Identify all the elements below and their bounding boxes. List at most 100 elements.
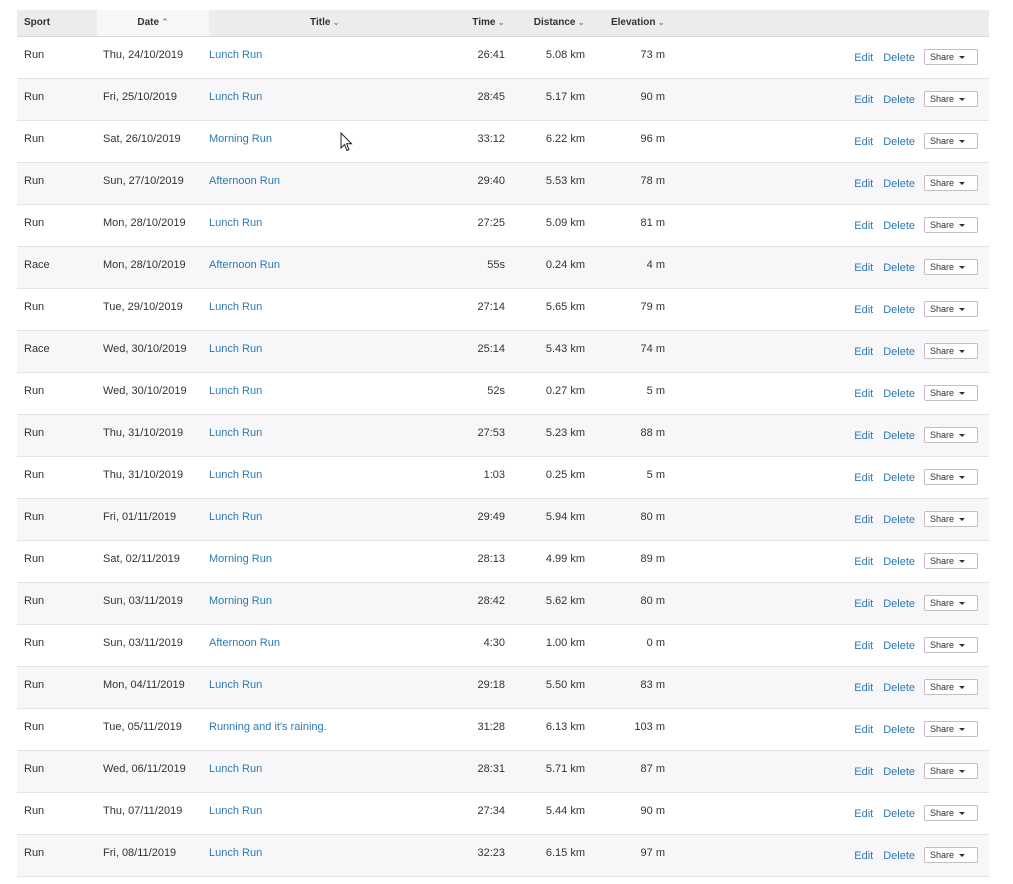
edit-button[interactable]: Edit <box>854 91 873 106</box>
actions-cell: Edit Delete Share <box>665 78 989 120</box>
share-dropdown-button[interactable]: Share <box>924 510 978 527</box>
edit-button[interactable]: Edit <box>854 553 873 568</box>
activity-title-link[interactable]: Lunch Run <box>209 469 262 481</box>
delete-button[interactable]: Delete <box>883 637 915 652</box>
share-dropdown-button[interactable]: Share <box>924 48 978 65</box>
column-header-elevation[interactable]: Elevation ⌄ <box>585 10 665 36</box>
edit-button[interactable]: Edit <box>854 595 873 610</box>
activity-title-link[interactable]: Lunch Run <box>209 301 262 313</box>
share-dropdown-button[interactable]: Share <box>924 804 978 821</box>
activity-title-link[interactable]: Morning Run <box>209 553 272 565</box>
edit-button[interactable]: Edit <box>854 721 873 736</box>
column-header-sport[interactable]: Sport <box>17 10 97 36</box>
edit-button[interactable]: Edit <box>854 217 873 232</box>
share-dropdown-button[interactable]: Share <box>924 636 978 653</box>
delete-button[interactable]: Delete <box>883 805 915 820</box>
share-dropdown-button[interactable]: Share <box>924 678 978 695</box>
caret-down-icon <box>959 223 965 227</box>
delete-button[interactable]: Delete <box>883 553 915 568</box>
delete-button[interactable]: Delete <box>883 343 915 358</box>
activity-title-link[interactable]: Lunch Run <box>209 679 262 691</box>
delete-button[interactable]: Delete <box>883 427 915 442</box>
delete-button[interactable]: Delete <box>883 91 915 106</box>
share-dropdown-button[interactable]: Share <box>924 762 978 779</box>
share-dropdown-button[interactable]: Share <box>924 90 978 107</box>
share-dropdown-button[interactable]: Share <box>924 552 978 569</box>
elevation-cell: 73 m <box>640 48 665 61</box>
activity-title-link[interactable]: Lunch Run <box>209 217 262 229</box>
sort-asc-icon: ⌃ <box>161 17 169 28</box>
share-dropdown-button[interactable]: Share <box>924 468 978 485</box>
share-dropdown-button[interactable]: Share <box>924 594 978 611</box>
delete-button[interactable]: Delete <box>883 385 915 400</box>
activity-title-link[interactable]: Lunch Run <box>209 343 262 355</box>
edit-button[interactable]: Edit <box>854 175 873 190</box>
edit-button[interactable]: Edit <box>854 847 873 862</box>
edit-button[interactable]: Edit <box>854 385 873 400</box>
delete-button[interactable]: Delete <box>883 259 915 274</box>
title-cell: Lunch Run <box>209 792 441 834</box>
column-header-date[interactable]: Date ⌃ <box>97 10 209 36</box>
edit-button[interactable]: Edit <box>854 259 873 274</box>
delete-button[interactable]: Delete <box>883 217 915 232</box>
edit-button[interactable]: Edit <box>854 763 873 778</box>
share-dropdown-button[interactable]: Share <box>924 258 978 275</box>
activity-title-link[interactable]: Running and it's raining. <box>209 721 327 733</box>
share-dropdown-button[interactable]: Share <box>924 174 978 191</box>
delete-button[interactable]: Delete <box>883 763 915 778</box>
activity-title-link[interactable]: Lunch Run <box>209 805 262 817</box>
delete-button[interactable]: Delete <box>883 133 915 148</box>
activity-title-link[interactable]: Lunch Run <box>209 49 262 61</box>
delete-button[interactable]: Delete <box>883 595 915 610</box>
share-dropdown-button[interactable]: Share <box>924 216 978 233</box>
edit-button[interactable]: Edit <box>854 511 873 526</box>
activity-title-link[interactable]: Lunch Run <box>209 511 262 523</box>
activity-title-link[interactable]: Morning Run <box>209 133 272 145</box>
share-dropdown-button[interactable]: Share <box>924 846 978 863</box>
share-dropdown-button[interactable]: Share <box>924 132 978 149</box>
share-dropdown-button[interactable]: Share <box>924 342 978 359</box>
share-dropdown-button[interactable]: Share <box>924 384 978 401</box>
share-dropdown-button[interactable]: Share <box>924 720 978 737</box>
table-row: Run Fri, 08/11/2019 Lunch Run 32:23 6.15 km 9… <box>17 834 989 876</box>
column-header-time[interactable]: Time ⌄ <box>441 10 505 36</box>
edit-button[interactable]: Edit <box>854 637 873 652</box>
time-cell: 28:31 <box>477 762 505 775</box>
edit-button[interactable]: Edit <box>854 343 873 358</box>
edit-button[interactable]: Edit <box>854 427 873 442</box>
activity-title-link[interactable]: Lunch Run <box>209 763 262 775</box>
column-header-title[interactable]: Title ⌄ <box>209 10 441 36</box>
delete-button[interactable]: Delete <box>883 301 915 316</box>
activity-title-link[interactable]: Lunch Run <box>209 427 262 439</box>
column-header-distance[interactable]: Distance ⌄ <box>505 10 585 36</box>
activity-title-link[interactable]: Lunch Run <box>209 91 262 103</box>
edit-button[interactable]: Edit <box>854 133 873 148</box>
activity-title-link[interactable]: Afternoon Run <box>209 175 280 187</box>
caret-down-icon <box>959 853 965 857</box>
delete-button[interactable]: Delete <box>883 469 915 484</box>
edit-button[interactable]: Edit <box>854 805 873 820</box>
sport-cell: Run <box>24 384 45 397</box>
activity-title-link[interactable]: Lunch Run <box>209 385 262 397</box>
share-dropdown-button[interactable]: Share <box>924 426 978 443</box>
activity-title-link[interactable]: Lunch Run <box>209 847 262 859</box>
edit-button[interactable]: Edit <box>854 49 873 64</box>
distance-cell: 5.71 km <box>545 762 585 775</box>
share-dropdown-button[interactable]: Share <box>924 300 978 317</box>
date-cell: Mon, 28/10/2019 <box>103 216 186 229</box>
edit-button[interactable]: Edit <box>854 679 873 694</box>
edit-button[interactable]: Edit <box>854 469 873 484</box>
delete-button[interactable]: Delete <box>883 49 915 64</box>
delete-button[interactable]: Delete <box>883 847 915 862</box>
share-label: Share <box>930 219 955 230</box>
activity-title-link[interactable]: Morning Run <box>209 595 272 607</box>
delete-button[interactable]: Delete <box>883 175 915 190</box>
activity-title-link[interactable]: Afternoon Run <box>209 259 280 271</box>
time-cell: 29:18 <box>477 678 505 691</box>
delete-button[interactable]: Delete <box>883 511 915 526</box>
activity-title-link[interactable]: Afternoon Run <box>209 637 280 649</box>
delete-button[interactable]: Delete <box>883 679 915 694</box>
edit-button[interactable]: Edit <box>854 301 873 316</box>
delete-button[interactable]: Delete <box>883 721 915 736</box>
title-cell: Lunch Run <box>209 372 441 414</box>
